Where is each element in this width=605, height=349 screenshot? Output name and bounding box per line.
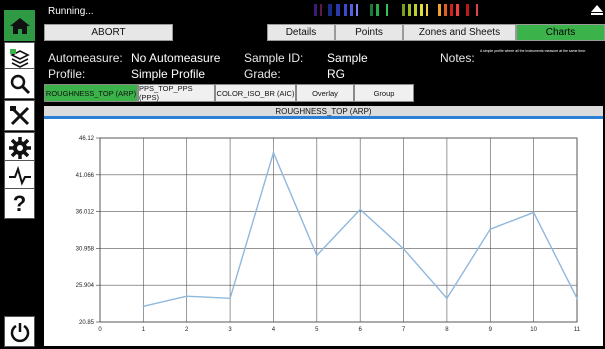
x-tick-label: 7	[402, 327, 406, 333]
data-point	[272, 151, 275, 154]
x-tick-label: 5	[315, 327, 319, 333]
pulse-icon[interactable]	[4, 160, 35, 191]
data-point	[532, 211, 535, 214]
tools-icon[interactable]	[4, 100, 35, 131]
y-tick-label: 20.85	[79, 320, 95, 326]
tab-color-iso[interactable]: COLOR_ISO_BR (AIC)	[215, 84, 296, 102]
data-point	[229, 297, 231, 300]
sample-id-label: Sample ID:	[244, 51, 304, 65]
app-window: ? Running... ABORT Details Points Zones …	[0, 0, 605, 349]
measurement-color-strip	[314, 4, 478, 16]
y-tick-label: 41.066	[76, 173, 95, 179]
x-tick-label: 6	[359, 327, 363, 333]
chart-panel: ROUGHNESS_TOP (ARP) 0 1 2 3 4 5 6 7 8 9 10 11 20.85 2…	[44, 106, 603, 346]
help-icon[interactable]: ?	[4, 188, 35, 219]
automeasure-label: Automeasure:	[48, 51, 123, 65]
x-tick-label: 1	[142, 327, 146, 333]
data-point	[359, 208, 362, 211]
plot-frame	[99, 137, 578, 323]
tab-pps-top[interactable]: PPS_TOP_PPS (PPS)	[138, 84, 215, 102]
data-point	[402, 247, 405, 250]
y-tick-label: 46.12	[79, 136, 95, 142]
data-point	[446, 297, 448, 300]
chart-title: ROUGHNESS_TOP (ARP)	[44, 106, 603, 119]
sample-id-value: Sample	[327, 51, 368, 65]
points-button[interactable]: Points	[335, 24, 403, 41]
data-point	[185, 295, 188, 298]
eject-icon[interactable]	[590, 3, 604, 17]
data-point	[315, 254, 318, 257]
x-tick-label: 11	[574, 327, 581, 333]
x-tick-label: 8	[445, 327, 449, 333]
y-tick-label: 36.012	[76, 210, 95, 216]
x-tick-label: 9	[489, 327, 493, 333]
line-chart: 0 1 2 3 4 5 6 7 8 9 10 11 20.85 25.904 30.958 36.012 41.…	[76, 136, 581, 333]
zones-sheets-button[interactable]: Zones and Sheets	[403, 24, 516, 41]
y-tick-label: 30.958	[76, 246, 95, 252]
abort-button[interactable]: ABORT	[44, 24, 173, 41]
x-tick-label: 0	[98, 327, 102, 333]
profile-value: Simple Profile	[131, 67, 206, 81]
charts-button[interactable]: Charts	[516, 24, 605, 41]
x-tick-label: 10	[530, 327, 537, 333]
grade-label: Grade:	[244, 67, 281, 81]
data-point	[142, 305, 145, 308]
grade-value: RG	[327, 67, 345, 81]
x-tick-label: 3	[228, 327, 232, 333]
details-button[interactable]: Details	[267, 24, 335, 41]
settings-icon[interactable]	[4, 132, 35, 163]
x-tick-label: 4	[272, 327, 276, 333]
profile-label: Profile:	[48, 67, 86, 81]
y-tick-label: 25.904	[76, 283, 95, 289]
tab-overlay[interactable]: Overlay	[296, 84, 354, 102]
notes-label: Notes:	[440, 51, 475, 65]
x-tick-label: 2	[185, 327, 189, 333]
search-icon[interactable]	[4, 68, 35, 99]
data-point	[576, 297, 578, 300]
data-point	[489, 228, 492, 231]
notes-value: A simple profile where all the instrumen…	[480, 49, 587, 53]
tab-group[interactable]: Group	[354, 84, 414, 102]
tab-roughness-top[interactable]: ROUGHNESS_TOP (ARP)	[44, 84, 138, 102]
power-icon[interactable]	[4, 316, 35, 347]
home-icon[interactable]	[4, 10, 35, 41]
status-text: Running...	[48, 6, 94, 17]
sidebar: ?	[0, 0, 38, 349]
automeasure-value: No Automeasure	[131, 51, 221, 65]
